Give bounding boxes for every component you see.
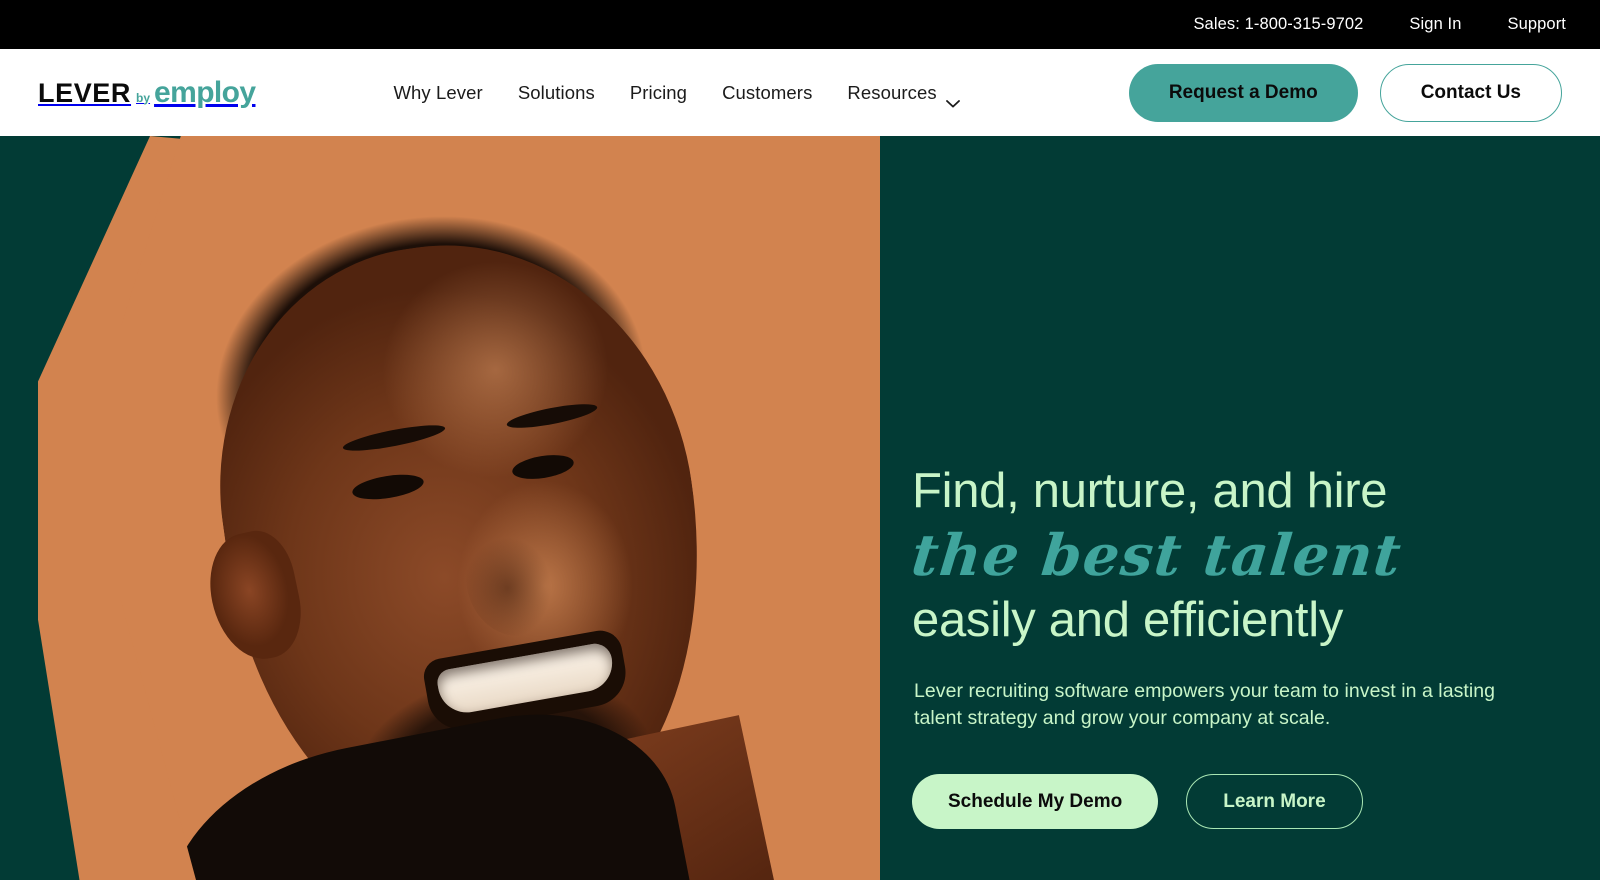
logo-by-text: by: [136, 90, 151, 105]
nav-label: Pricing: [629, 81, 688, 103]
nav-item-customers[interactable]: Customers: [722, 82, 812, 104]
hero-cta-row: Schedule My Demo Learn More: [912, 774, 1363, 829]
schedule-my-demo-button[interactable]: Schedule My Demo: [912, 774, 1159, 829]
hero-headline: Find, nurture, and hire the best talent …: [909, 461, 1406, 650]
logo-employ-text: employ: [154, 75, 256, 109]
request-a-demo-button[interactable]: Request a Demo: [1128, 63, 1358, 122]
lever-by-employ-logo[interactable]: LEVER by employ: [38, 75, 256, 110]
primary-navigation: Why Lever Solutions Pricing Customers Re…: [393, 81, 960, 107]
chevron-down-icon: [945, 91, 960, 107]
hero-section: Find, nurture, and hire the best talent …: [0, 136, 1600, 880]
nav-item-why-lever[interactable]: Why Lever: [393, 82, 482, 104]
sales-phone-link[interactable]: Sales: 1-800-315-9702: [1193, 15, 1363, 34]
nav-item-resources[interactable]: Resources: [847, 81, 960, 107]
nav-label: Solutions: [517, 81, 595, 103]
learn-more-button[interactable]: Learn More: [1186, 774, 1363, 829]
nav-label: Customers: [722, 81, 813, 103]
hero-copy: Find, nurture, and hire the best talent …: [909, 136, 1552, 880]
hero-subcopy: Lever recruiting software empowers your …: [914, 680, 1496, 729]
headline-script-line: the best talent: [908, 522, 1406, 589]
contact-us-button[interactable]: Contact Us: [1379, 63, 1562, 122]
nav-item-solutions[interactable]: Solutions: [518, 82, 595, 104]
portrait-nose: [466, 516, 570, 636]
headline-line-1: Find, nurture, and hire: [912, 464, 1388, 518]
header-actions: Request a Demo Contact Us: [1128, 63, 1562, 122]
nav-item-pricing[interactable]: Pricing: [630, 82, 687, 104]
support-link[interactable]: Support: [1508, 15, 1567, 34]
nav-label: Why Lever: [393, 81, 483, 103]
logo-lever-text: LEVER: [38, 77, 132, 108]
main-header: LEVER by employ Why Lever Solutions Pric…: [0, 49, 1600, 136]
top-utility-bar: Sales: 1-800-315-9702 Sign In Support: [0, 0, 1600, 49]
hero-portrait-image: [120, 136, 880, 880]
headline-line-3: easily and efficiently: [912, 593, 1344, 647]
nav-label: Resources: [847, 81, 937, 103]
sign-in-link[interactable]: Sign In: [1409, 15, 1461, 34]
